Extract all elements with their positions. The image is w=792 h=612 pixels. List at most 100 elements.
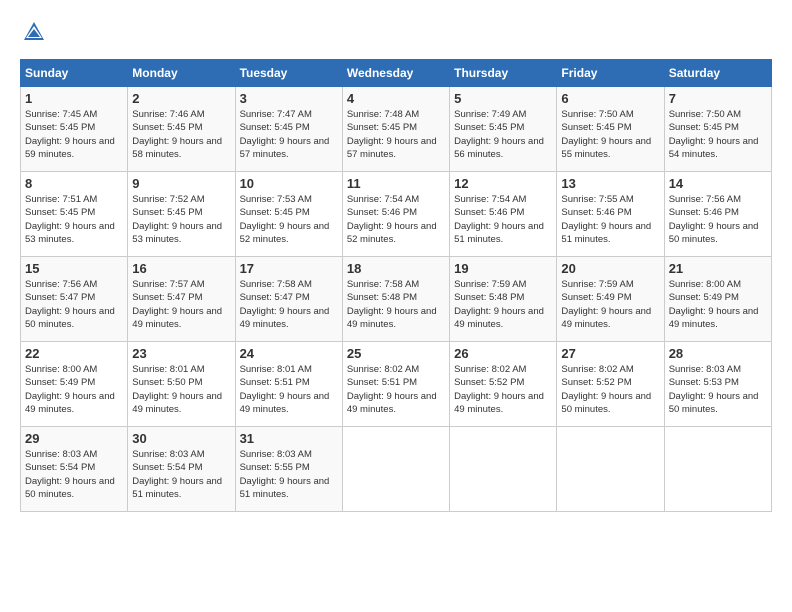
day-number: 18 bbox=[347, 261, 445, 276]
day-number: 5 bbox=[454, 91, 552, 106]
day-info: Sunrise: 8:03 AMSunset: 5:53 PMDaylight:… bbox=[669, 363, 767, 416]
day-number: 21 bbox=[669, 261, 767, 276]
day-number: 11 bbox=[347, 176, 445, 191]
calendar-week-5: 29 Sunrise: 8:03 AMSunset: 5:54 PMDayligh… bbox=[21, 427, 772, 512]
day-number: 25 bbox=[347, 346, 445, 361]
day-info: Sunrise: 8:03 AMSunset: 5:54 PMDaylight:… bbox=[25, 448, 123, 501]
day-number: 9 bbox=[132, 176, 230, 191]
calendar-table: SundayMondayTuesdayWednesdayThursdayFrid… bbox=[20, 59, 772, 512]
day-info: Sunrise: 7:56 AMSunset: 5:46 PMDaylight:… bbox=[669, 193, 767, 246]
day-info: Sunrise: 7:56 AMSunset: 5:47 PMDaylight:… bbox=[25, 278, 123, 331]
day-info: Sunrise: 7:50 AMSunset: 5:45 PMDaylight:… bbox=[669, 108, 767, 161]
day-number: 28 bbox=[669, 346, 767, 361]
day-number: 26 bbox=[454, 346, 552, 361]
day-info: Sunrise: 8:01 AMSunset: 5:50 PMDaylight:… bbox=[132, 363, 230, 416]
calendar-cell: 15 Sunrise: 7:56 AMSunset: 5:47 PMDayligh… bbox=[21, 257, 128, 342]
calendar-week-2: 8 Sunrise: 7:51 AMSunset: 5:45 PMDaylight… bbox=[21, 172, 772, 257]
day-number: 1 bbox=[25, 91, 123, 106]
day-number: 12 bbox=[454, 176, 552, 191]
day-info: Sunrise: 8:02 AMSunset: 5:52 PMDaylight:… bbox=[561, 363, 659, 416]
day-number: 27 bbox=[561, 346, 659, 361]
calendar-cell: 13 Sunrise: 7:55 AMSunset: 5:46 PMDayligh… bbox=[557, 172, 664, 257]
day-number: 15 bbox=[25, 261, 123, 276]
day-number: 20 bbox=[561, 261, 659, 276]
day-info: Sunrise: 7:59 AMSunset: 5:48 PMDaylight:… bbox=[454, 278, 552, 331]
calendar-cell: 4 Sunrise: 7:48 AMSunset: 5:45 PMDaylight… bbox=[342, 87, 449, 172]
day-info: Sunrise: 7:51 AMSunset: 5:45 PMDaylight:… bbox=[25, 193, 123, 246]
calendar-cell: 17 Sunrise: 7:58 AMSunset: 5:47 PMDayligh… bbox=[235, 257, 342, 342]
calendar-cell: 10 Sunrise: 7:53 AMSunset: 5:45 PMDayligh… bbox=[235, 172, 342, 257]
calendar-cell: 11 Sunrise: 7:54 AMSunset: 5:46 PMDayligh… bbox=[342, 172, 449, 257]
day-info: Sunrise: 7:53 AMSunset: 5:45 PMDaylight:… bbox=[240, 193, 338, 246]
day-info: Sunrise: 7:54 AMSunset: 5:46 PMDaylight:… bbox=[347, 193, 445, 246]
day-number: 31 bbox=[240, 431, 338, 446]
day-number: 17 bbox=[240, 261, 338, 276]
day-header-tuesday: Tuesday bbox=[235, 60, 342, 87]
day-info: Sunrise: 7:48 AMSunset: 5:45 PMDaylight:… bbox=[347, 108, 445, 161]
day-info: Sunrise: 8:00 AMSunset: 5:49 PMDaylight:… bbox=[25, 363, 123, 416]
day-info: Sunrise: 7:54 AMSunset: 5:46 PMDaylight:… bbox=[454, 193, 552, 246]
calendar-cell: 5 Sunrise: 7:49 AMSunset: 5:45 PMDaylight… bbox=[450, 87, 557, 172]
calendar-cell: 14 Sunrise: 7:56 AMSunset: 5:46 PMDayligh… bbox=[664, 172, 771, 257]
day-info: Sunrise: 7:52 AMSunset: 5:45 PMDaylight:… bbox=[132, 193, 230, 246]
day-number: 24 bbox=[240, 346, 338, 361]
day-info: Sunrise: 7:58 AMSunset: 5:48 PMDaylight:… bbox=[347, 278, 445, 331]
calendar-cell: 3 Sunrise: 7:47 AMSunset: 5:45 PMDaylight… bbox=[235, 87, 342, 172]
day-header-friday: Friday bbox=[557, 60, 664, 87]
page-header bbox=[20, 20, 772, 49]
day-number: 8 bbox=[25, 176, 123, 191]
day-info: Sunrise: 7:58 AMSunset: 5:47 PMDaylight:… bbox=[240, 278, 338, 331]
calendar-cell bbox=[450, 427, 557, 512]
day-info: Sunrise: 8:02 AMSunset: 5:52 PMDaylight:… bbox=[454, 363, 552, 416]
day-number: 4 bbox=[347, 91, 445, 106]
calendar-cell: 28 Sunrise: 8:03 AMSunset: 5:53 PMDayligh… bbox=[664, 342, 771, 427]
calendar-cell: 23Sunrise: 8:01 AMSunset: 5:50 PMDayligh… bbox=[128, 342, 235, 427]
day-number: 19 bbox=[454, 261, 552, 276]
calendar-cell: 9 Sunrise: 7:52 AMSunset: 5:45 PMDaylight… bbox=[128, 172, 235, 257]
day-header-wednesday: Wednesday bbox=[342, 60, 449, 87]
day-number: 10 bbox=[240, 176, 338, 191]
day-number: 29 bbox=[25, 431, 123, 446]
calendar-cell: 20 Sunrise: 7:59 AMSunset: 5:49 PMDayligh… bbox=[557, 257, 664, 342]
day-number: 14 bbox=[669, 176, 767, 191]
day-info: Sunrise: 7:50 AMSunset: 5:45 PMDaylight:… bbox=[561, 108, 659, 161]
calendar-week-4: 22 Sunrise: 8:00 AMSunset: 5:49 PMDayligh… bbox=[21, 342, 772, 427]
calendar-cell: 18 Sunrise: 7:58 AMSunset: 5:48 PMDayligh… bbox=[342, 257, 449, 342]
calendar-cell: 24Sunrise: 8:01 AMSunset: 5:51 PMDayligh… bbox=[235, 342, 342, 427]
day-info: Sunrise: 8:00 AMSunset: 5:49 PMDaylight:… bbox=[669, 278, 767, 331]
calendar-cell: 29 Sunrise: 8:03 AMSunset: 5:54 PMDayligh… bbox=[21, 427, 128, 512]
day-number: 3 bbox=[240, 91, 338, 106]
calendar-week-3: 15 Sunrise: 7:56 AMSunset: 5:47 PMDayligh… bbox=[21, 257, 772, 342]
calendar-cell: 21 Sunrise: 8:00 AMSunset: 5:49 PMDayligh… bbox=[664, 257, 771, 342]
calendar-cell bbox=[664, 427, 771, 512]
day-info: Sunrise: 7:45 AMSunset: 5:45 PMDaylight:… bbox=[25, 108, 123, 161]
calendar-cell: 25Sunrise: 8:02 AMSunset: 5:51 PMDayligh… bbox=[342, 342, 449, 427]
calendar-cell: 7 Sunrise: 7:50 AMSunset: 5:45 PMDaylight… bbox=[664, 87, 771, 172]
day-info: Sunrise: 7:59 AMSunset: 5:49 PMDaylight:… bbox=[561, 278, 659, 331]
calendar-cell: 8 Sunrise: 7:51 AMSunset: 5:45 PMDaylight… bbox=[21, 172, 128, 257]
day-info: Sunrise: 7:49 AMSunset: 5:45 PMDaylight:… bbox=[454, 108, 552, 161]
calendar-week-1: 1 Sunrise: 7:45 AMSunset: 5:45 PMDaylight… bbox=[21, 87, 772, 172]
calendar-cell: 19 Sunrise: 7:59 AMSunset: 5:48 PMDayligh… bbox=[450, 257, 557, 342]
calendar-cell bbox=[557, 427, 664, 512]
day-header-sunday: Sunday bbox=[21, 60, 128, 87]
calendar-cell bbox=[342, 427, 449, 512]
calendar-cell: 16 Sunrise: 7:57 AMSunset: 5:47 PMDayligh… bbox=[128, 257, 235, 342]
calendar-cell: 6Sunrise: 7:50 AMSunset: 5:45 PMDaylight… bbox=[557, 87, 664, 172]
day-info: Sunrise: 7:47 AMSunset: 5:45 PMDaylight:… bbox=[240, 108, 338, 161]
calendar-cell: 22 Sunrise: 8:00 AMSunset: 5:49 PMDayligh… bbox=[21, 342, 128, 427]
day-info: Sunrise: 8:03 AMSunset: 5:54 PMDaylight:… bbox=[132, 448, 230, 501]
day-number: 22 bbox=[25, 346, 123, 361]
day-header-monday: Monday bbox=[128, 60, 235, 87]
day-info: Sunrise: 8:03 AMSunset: 5:55 PMDaylight:… bbox=[240, 448, 338, 501]
day-number: 30 bbox=[132, 431, 230, 446]
day-info: Sunrise: 7:55 AMSunset: 5:46 PMDaylight:… bbox=[561, 193, 659, 246]
logo-icon bbox=[22, 20, 46, 44]
day-number: 2 bbox=[132, 91, 230, 106]
day-number: 16 bbox=[132, 261, 230, 276]
day-number: 7 bbox=[669, 91, 767, 106]
day-info: Sunrise: 7:57 AMSunset: 5:47 PMDaylight:… bbox=[132, 278, 230, 331]
day-info: Sunrise: 7:46 AMSunset: 5:45 PMDaylight:… bbox=[132, 108, 230, 161]
day-number: 13 bbox=[561, 176, 659, 191]
calendar-cell: 1 Sunrise: 7:45 AMSunset: 5:45 PMDaylight… bbox=[21, 87, 128, 172]
